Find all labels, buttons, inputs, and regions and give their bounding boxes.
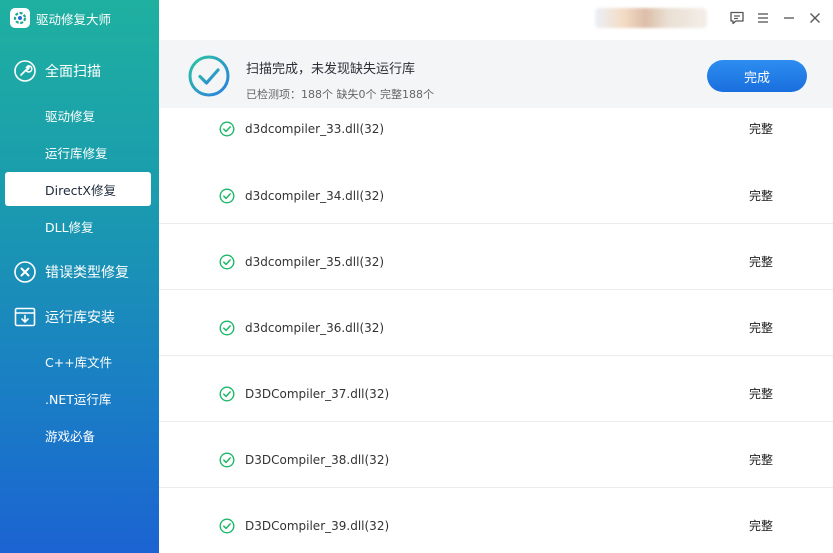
app-logo-icon xyxy=(10,8,30,28)
runtime-file-list: d3dcompiler_33.dll(32) 完整 d3dcompiler_34… xyxy=(159,108,833,553)
sidebar-item-label: DLL修复 xyxy=(45,219,94,235)
scan-result-title: 扫描完成，未发现缺失运行库 xyxy=(246,62,416,77)
nav-section-label: 错误类型修复 xyxy=(45,265,129,281)
list-item: d3dcompiler_35.dll(32) 完整 xyxy=(159,224,833,290)
sidebar: 驱动修复大师 全面扫描 驱动修复 运行库修复 DirectX修复 DLL修复 错… xyxy=(0,0,159,553)
status-badge: 完整 xyxy=(749,321,774,335)
check-circle-icon xyxy=(219,452,235,468)
wrench-icon xyxy=(13,59,37,83)
list-item: D3DCompiler_37.dll(32) 完整 xyxy=(159,356,833,422)
done-button[interactable]: 完成 xyxy=(707,60,807,92)
status-badge: 完整 xyxy=(749,122,774,136)
minimize-icon[interactable] xyxy=(779,8,799,28)
list-item: D3DCompiler_39.dll(32) 完整 xyxy=(159,488,833,553)
status-badge: 完整 xyxy=(749,387,774,401)
list-item: D3DCompiler_38.dll(32) 完整 xyxy=(159,422,833,488)
check-circle-icon xyxy=(219,518,235,534)
status-badge: 完整 xyxy=(749,255,774,269)
sidebar-item-label: .NET运行库 xyxy=(45,391,112,407)
sidebar-item-game-essentials[interactable]: 游戏必备 xyxy=(5,418,151,452)
check-circle-icon xyxy=(219,320,235,336)
file-name: d3dcompiler_33.dll(32) xyxy=(245,122,385,136)
sidebar-item-directx-repair[interactable]: DirectX修复 xyxy=(5,172,151,206)
nav-section-runtime-install[interactable]: 运行库安装 xyxy=(0,302,159,332)
sidebar-item-dll-repair[interactable]: DLL修复 xyxy=(5,209,151,243)
title-bar xyxy=(159,0,833,40)
sidebar-item-label: DirectX修复 xyxy=(45,182,116,198)
status-badge: 完整 xyxy=(749,453,774,467)
file-name: d3dcompiler_36.dll(32) xyxy=(245,321,385,335)
menu-icon[interactable] xyxy=(753,8,773,28)
nav-section-error-type-fix[interactable]: 错误类型修复 xyxy=(0,257,159,287)
sidebar-item-dotnet-runtime[interactable]: .NET运行库 xyxy=(5,381,151,415)
nav-section-label: 运行库安装 xyxy=(45,310,115,326)
nav-section-label: 全面扫描 xyxy=(45,64,101,80)
sidebar-item-label: 游戏必备 xyxy=(45,428,96,444)
sidebar-item-label: C++库文件 xyxy=(45,354,113,370)
file-name: d3dcompiler_34.dll(32) xyxy=(245,189,385,203)
sidebar-item-label: 运行库修复 xyxy=(45,145,108,161)
file-name: D3DCompiler_39.dll(32) xyxy=(245,519,390,533)
file-name: D3DCompiler_38.dll(32) xyxy=(245,453,390,467)
check-circle-icon xyxy=(219,254,235,270)
file-name: D3DCompiler_37.dll(32) xyxy=(245,387,390,401)
scan-result-detail: 已检测项：188个 缺失0个 完整188个 xyxy=(246,88,434,101)
status-badge: 完整 xyxy=(749,189,774,203)
sidebar-item-driver-repair[interactable]: 驱动修复 xyxy=(5,98,151,132)
x-circle-icon xyxy=(13,260,37,284)
check-circle-icon xyxy=(219,121,235,137)
check-circle-icon xyxy=(219,386,235,402)
scan-complete-check-icon xyxy=(188,55,230,97)
sidebar-item-cpp-libs[interactable]: C++库文件 xyxy=(5,344,151,378)
app-title: 驱动修复大师 xyxy=(36,11,112,27)
close-icon[interactable] xyxy=(805,8,825,28)
feedback-icon[interactable] xyxy=(727,8,747,28)
check-circle-icon xyxy=(219,188,235,204)
list-item: d3dcompiler_34.dll(32) 完整 xyxy=(159,158,833,224)
sidebar-item-runtime-repair[interactable]: 运行库修复 xyxy=(5,135,151,169)
install-box-icon xyxy=(13,305,37,329)
app-brand: 驱动修复大师 xyxy=(10,7,111,29)
status-badge: 完整 xyxy=(749,519,774,533)
user-account-blurred[interactable] xyxy=(595,8,707,28)
sidebar-item-label: 驱动修复 xyxy=(45,108,96,124)
scan-summary-banner: 扫描完成，未发现缺失运行库 已检测项：188个 缺失0个 完整188个 完成 xyxy=(159,40,833,108)
nav-section-full-scan[interactable]: 全面扫描 xyxy=(0,56,159,86)
file-name: d3dcompiler_35.dll(32) xyxy=(245,255,385,269)
list-item: d3dcompiler_36.dll(32) 完整 xyxy=(159,290,833,356)
